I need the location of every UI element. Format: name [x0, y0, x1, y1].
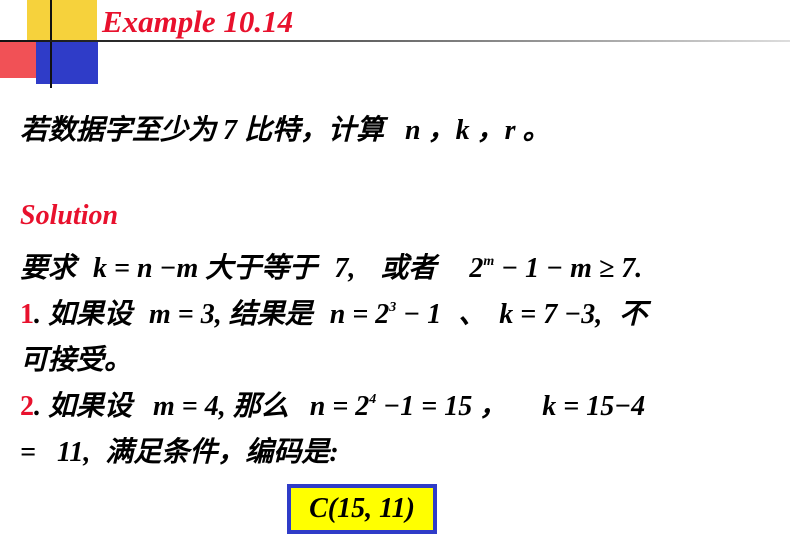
decor-horizontal-line: [0, 40, 790, 42]
step2-base: n = 2: [309, 391, 370, 422]
step1-tail: − 1: [396, 299, 442, 330]
step1-eq2: k = 7 −3,: [499, 299, 603, 330]
line1-eq: k = n −m: [93, 253, 199, 284]
question-end: 。: [522, 115, 551, 146]
solution-label: Solution: [20, 200, 119, 231]
step2-eq1: m = 4,: [153, 391, 226, 422]
step1-eq1: m = 3,: [149, 299, 222, 330]
line1-val: 7,: [334, 253, 356, 284]
step2-cont-eq: = 11,: [20, 437, 91, 468]
step2-number: 2: [20, 391, 34, 422]
step1-number: 1: [20, 299, 34, 330]
decor-vertical-line: [50, 0, 52, 88]
step1-text2: 结果是: [228, 299, 313, 330]
step1-text1: . 如果设: [34, 299, 133, 330]
decor-yellow-square: [27, 0, 97, 40]
slide-title: Example 10.14: [102, 4, 294, 39]
question-text: 若数据字至少为 7 比特，计算: [20, 115, 385, 146]
line1-tail: − 1 − m ≥ 7.: [494, 253, 643, 284]
step2-eq2: k = 15−4: [542, 391, 646, 422]
step1-end: 不: [619, 299, 648, 330]
line1-base: 2: [469, 253, 484, 284]
step-1-line: 1. 如果设 m = 3, 结果是 n = 23 − 1 、 k = 7 −3,…: [20, 292, 647, 332]
question-line: 若数据字至少为 7 比特，计算 n ，k ，r 。: [20, 108, 551, 148]
line1-or: 或者: [380, 253, 437, 284]
line1-exp: m: [483, 254, 495, 269]
step-2-line: 2. 如果设 m = 4, 那么 n = 24 −1 = 15 ， k = 15…: [20, 384, 645, 424]
step2-cont-text: 满足条件，编码是:: [105, 437, 339, 468]
step1-sep: 、: [458, 299, 487, 330]
step-2-continuation: = 11, 满足条件，编码是:: [20, 430, 339, 470]
solution-line-1: 要求 k = n −m 大于等于 7, 或者 2m − 1 − m ≥ 7.: [20, 246, 642, 286]
step2-tail: −1 = 15 ，: [376, 391, 508, 422]
step-1-continuation: 可接受。: [20, 345, 133, 376]
step2-text2: 那么: [232, 391, 289, 422]
line1-lead: 要求: [20, 253, 77, 284]
question-vars: n ，k ，r: [405, 115, 516, 146]
line1-mid: 大于等于: [205, 253, 318, 284]
step1-base: n = 2: [329, 299, 390, 330]
decor-blue-square: [36, 42, 98, 84]
step2-text1: . 如果设: [34, 391, 133, 422]
answer-box: C(15, 11): [287, 484, 437, 534]
